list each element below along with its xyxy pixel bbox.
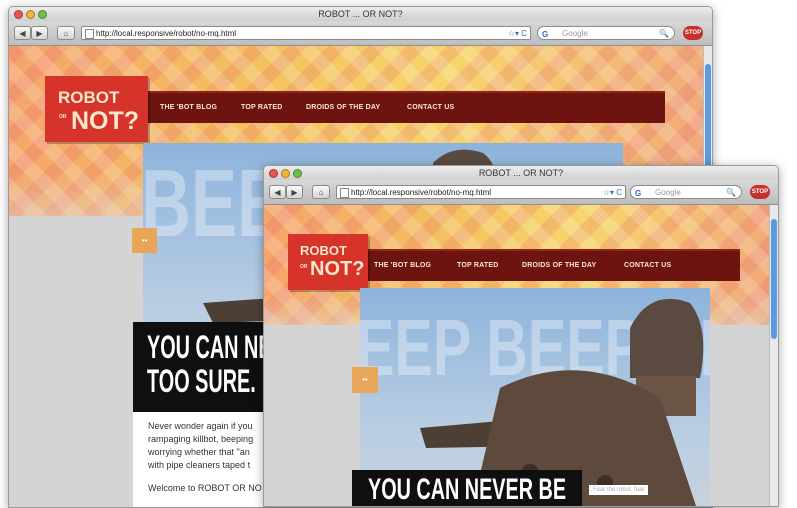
page-icon (340, 188, 349, 198)
intro-line: with pipe cleaners taped t (148, 460, 251, 470)
search-icon: 🔍 (726, 188, 736, 197)
nav-bot-blog[interactable]: THE 'BOT BLOG (374, 262, 431, 269)
nav-top-rated[interactable]: TOP RATED (241, 104, 282, 111)
logo-not-text: NOT? (71, 107, 140, 135)
address-url: http://local.responsive/robot/no-mq.html (96, 29, 237, 38)
bookmark-star-icon[interactable]: ☆▾ C (602, 186, 622, 198)
page-icon (85, 29, 94, 39)
logo-or-text: OR (300, 264, 308, 270)
front-tagline-line1: YOU CAN NEVER BE (368, 473, 567, 506)
nav-bot-blog[interactable]: THE 'BOT BLOG (160, 104, 217, 111)
minimize-window-button[interactable] (281, 169, 290, 178)
search-placeholder: Google (562, 29, 588, 38)
address-url: http://local.responsive/robot/no-mq.html (351, 188, 492, 197)
back-orange-tab[interactable]: •• (132, 228, 157, 253)
nav-contact-us[interactable]: CONTACT US (624, 262, 671, 269)
home-button[interactable]: ⌂ (312, 185, 330, 199)
front-title-bar: ROBOT ... OR NOT? (264, 166, 778, 180)
forward-button[interactable]: ▶ (286, 185, 303, 199)
front-toolbar: ◀ ▶ ⌂ http://local.responsive/robot/no-m… (264, 180, 778, 205)
front-window-controls (269, 169, 302, 178)
intro-line: worrying whether that "an (148, 447, 250, 457)
intro-line: rampaging killbot, beeping (148, 434, 254, 444)
intro-line: Never wonder again if you (148, 421, 253, 431)
nav-top-rated[interactable]: TOP RATED (457, 262, 498, 269)
nav-contact-us[interactable]: CONTACT US (407, 104, 454, 111)
stop-button[interactable]: STOP (750, 185, 770, 199)
front-scroll-thumb[interactable] (771, 219, 777, 339)
reload-icon[interactable]: C (616, 188, 622, 197)
nav-droids-of-the-day[interactable]: DROIDS OF THE DAY (522, 262, 596, 269)
back-window-controls (14, 10, 47, 19)
back-window-title: ROBOT ... OR NOT? (318, 9, 403, 19)
zoom-window-button[interactable] (38, 10, 47, 19)
back-tagline-box: YOU CAN NEVER BE TOO SURE. (133, 322, 277, 412)
front-orange-tab[interactable]: •• (352, 367, 378, 393)
close-window-button[interactable] (269, 169, 278, 178)
bookmark-star-icon[interactable]: ☆▾ C (507, 27, 527, 39)
back-intro-text: Never wonder again if you rampaging kill… (133, 412, 277, 507)
stop-button[interactable]: STOP (683, 26, 703, 40)
logo-robot-text: ROBOT (300, 243, 347, 258)
front-tagline-box: YOU CAN NEVER BE (352, 470, 582, 506)
back-toolbar: ◀ ▶ ⌂ http://local.responsive/robot/no-m… (9, 21, 712, 46)
back-logo[interactable]: ROBOT OR NOT? (45, 76, 148, 142)
back-tagline-line1: YOU CAN NEVER BE (147, 329, 277, 365)
front-fear-text: Fear the robot, fear (589, 485, 649, 495)
star-glyph: ☆▾ (602, 188, 614, 197)
address-bar[interactable]: http://local.responsive/robot/no-mq.html… (336, 185, 626, 199)
back-tagline-line2: TOO SURE. (147, 363, 256, 399)
star-glyph: ☆▾ (507, 29, 519, 38)
address-bar[interactable]: http://local.responsive/robot/no-mq.html… (81, 26, 531, 40)
search-field[interactable]: G Google 🔍 (537, 26, 675, 40)
front-browser-window: ROBOT ... OR NOT? ◀ ▶ ⌂ http://local.res… (263, 165, 779, 507)
search-field[interactable]: G Google 🔍 (630, 185, 742, 199)
back-title-bar: ROBOT ... OR NOT? (9, 7, 712, 21)
google-icon: G (635, 189, 642, 198)
logo-robot-text: ROBOT (58, 88, 120, 107)
intro-line: Welcome to ROBOT OR NO (148, 483, 262, 493)
forward-button[interactable]: ▶ (31, 26, 48, 40)
search-icon: 🔍 (659, 29, 669, 38)
nav-droids-of-the-day[interactable]: DROIDS OF THE DAY (306, 104, 380, 111)
home-button[interactable]: ⌂ (57, 26, 75, 40)
logo-or-text: OR (59, 114, 67, 120)
close-window-button[interactable] (14, 10, 23, 19)
back-button[interactable]: ◀ (269, 185, 286, 199)
minimize-window-button[interactable] (26, 10, 35, 19)
front-page-content: THE 'BOT BLOG TOP RATED DROIDS OF THE DA… (264, 205, 778, 506)
front-logo[interactable]: ROBOT OR NOT? (288, 234, 368, 290)
search-placeholder: Google (655, 188, 681, 197)
front-window-title: ROBOT ... OR NOT? (478, 168, 564, 178)
reload-icon[interactable]: C (521, 29, 527, 38)
logo-not-text: NOT? (310, 258, 365, 280)
google-icon: G (542, 30, 549, 39)
zoom-window-button[interactable] (293, 169, 302, 178)
back-button[interactable]: ◀ (14, 26, 31, 40)
front-scrollbar[interactable] (769, 205, 778, 506)
